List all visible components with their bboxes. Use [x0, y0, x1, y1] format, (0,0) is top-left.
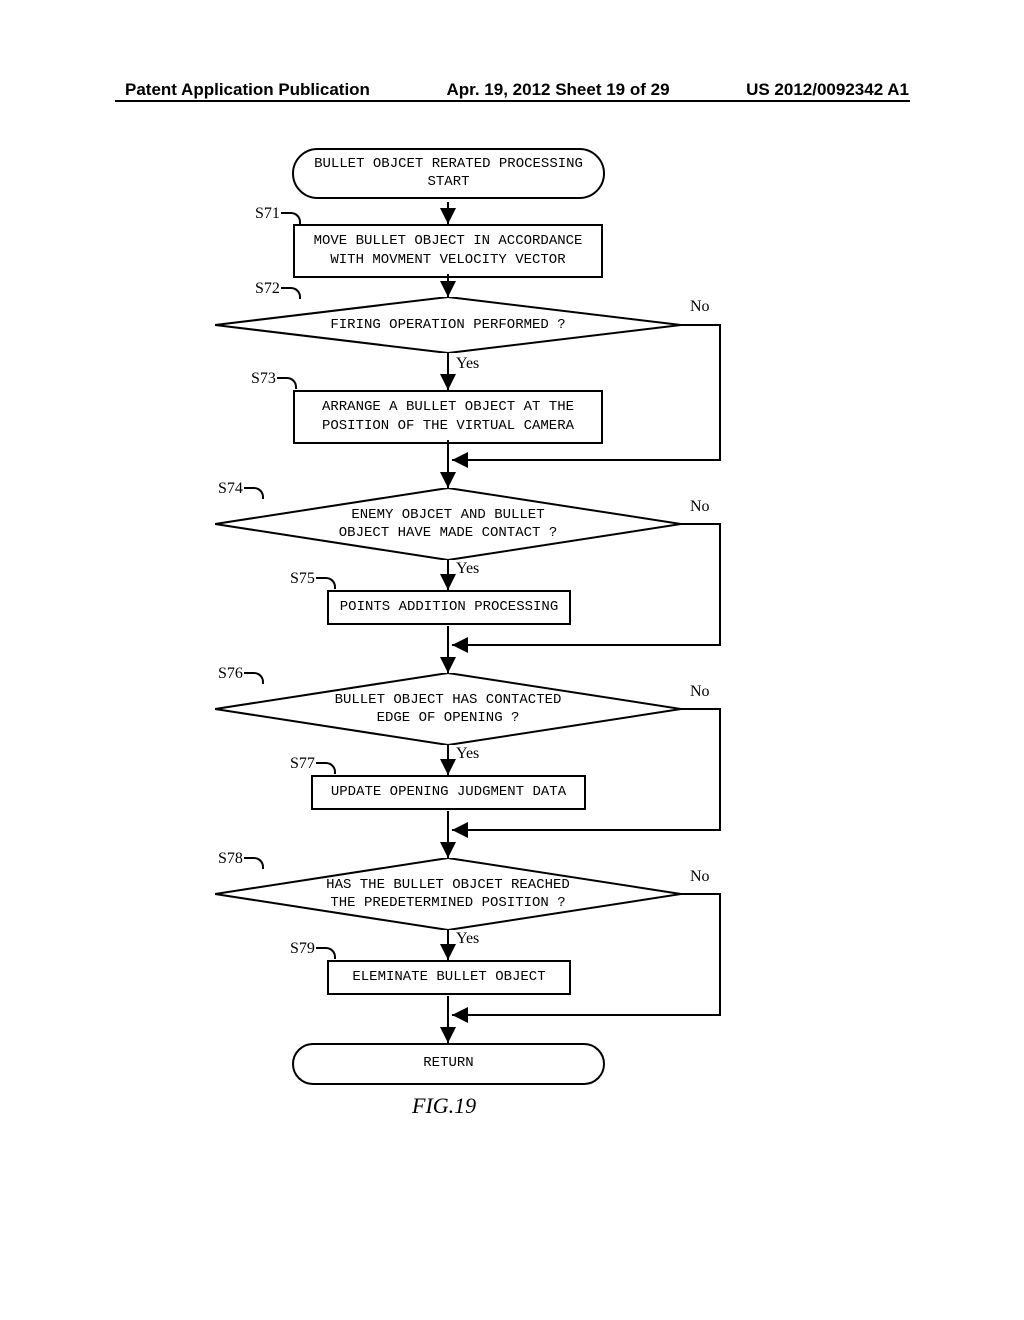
- return-text: RETURN: [423, 1055, 473, 1071]
- label-s75: S75: [290, 570, 315, 588]
- label-s72: S72: [255, 280, 280, 298]
- label-s77: S77: [290, 755, 315, 773]
- header-center: Apr. 19, 2012 Sheet 19 of 29: [447, 80, 670, 100]
- s71-text: MOVE BULLET OBJECT IN ACCORDANCEWITH MOV…: [314, 233, 583, 268]
- box-s75: POINTS ADDITION PROCESSING: [327, 590, 571, 625]
- label-s71: S71: [255, 205, 280, 223]
- yes-s72: Yes: [456, 355, 479, 373]
- label-s73: S73: [251, 370, 276, 388]
- diamond-s76: BULLET OBJECT HAS CONTACTEDEDGE OF OPENI…: [215, 673, 681, 745]
- no-s72: No: [690, 298, 710, 316]
- diamond-s78: HAS THE BULLET OBJCET REACHEDTHE PREDETE…: [215, 858, 681, 930]
- s75-text: POINTS ADDITION PROCESSING: [340, 599, 558, 615]
- s73-text: ARRANGE A BULLET OBJECT AT THEPOSITION O…: [322, 399, 574, 434]
- label-s78: S78: [218, 850, 243, 868]
- start-text: BULLET OBJCET RERATED PROCESSINGSTART: [314, 156, 583, 190]
- figure-label: FIG.19: [412, 1093, 476, 1119]
- yes-s78: Yes: [456, 930, 479, 948]
- yes-s74: Yes: [456, 560, 479, 578]
- terminator-start: BULLET OBJCET RERATED PROCESSINGSTART: [292, 148, 605, 199]
- s77-text: UPDATE OPENING JUDGMENT DATA: [331, 784, 566, 800]
- label-s76: S76: [218, 665, 243, 683]
- header-left: Patent Application Publication: [125, 80, 370, 100]
- box-s77: UPDATE OPENING JUDGMENT DATA: [311, 775, 586, 810]
- box-s79: ELEMINATE BULLET OBJECT: [327, 960, 571, 995]
- no-s74: No: [690, 498, 710, 516]
- page: Patent Application Publication Apr. 19, …: [0, 0, 1024, 1320]
- terminator-return: RETURN: [292, 1043, 605, 1085]
- s79-text: ELEMINATE BULLET OBJECT: [352, 969, 545, 985]
- header-row: Patent Application Publication Apr. 19, …: [0, 80, 1024, 100]
- label-s74: S74: [218, 480, 243, 498]
- yes-s76: Yes: [456, 745, 479, 763]
- diamond-s74: ENEMY OBJCET AND BULLETOBJECT HAVE MADE …: [215, 488, 681, 560]
- no-s76: No: [690, 683, 710, 701]
- header-rule: [115, 100, 910, 102]
- header-right: US 2012/0092342 A1: [746, 80, 909, 100]
- box-s73: ARRANGE A BULLET OBJECT AT THEPOSITION O…: [293, 390, 603, 444]
- no-s78: No: [690, 868, 710, 886]
- label-s79: S79: [290, 940, 315, 958]
- s74-text: ENEMY OBJCET AND BULLETOBJECT HAVE MADE …: [215, 506, 681, 542]
- box-s71: MOVE BULLET OBJECT IN ACCORDANCEWITH MOV…: [293, 224, 603, 278]
- diamond-s72: FIRING OPERATION PERFORMED ?: [215, 297, 681, 353]
- s78-text: HAS THE BULLET OBJCET REACHEDTHE PREDETE…: [215, 876, 681, 912]
- s76-text: BULLET OBJECT HAS CONTACTEDEDGE OF OPENI…: [215, 691, 681, 727]
- s72-text: FIRING OPERATION PERFORMED ?: [215, 316, 681, 334]
